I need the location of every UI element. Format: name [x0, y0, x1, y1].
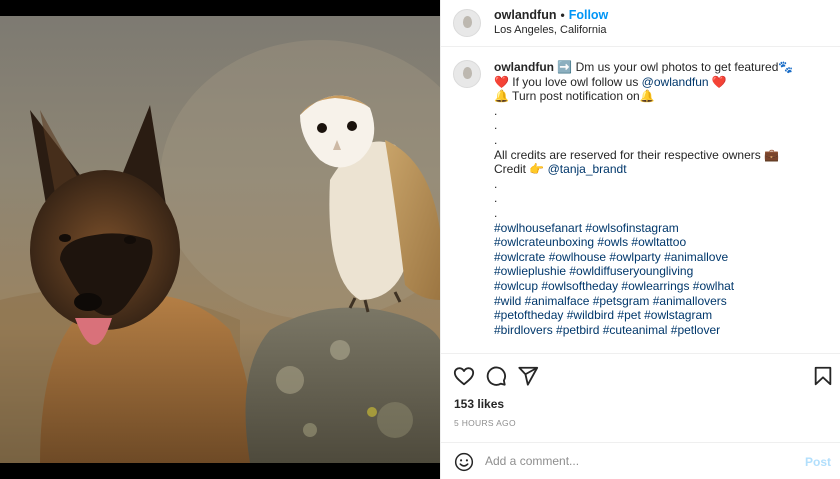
hashtag-line[interactable]: #wild #animalface #petsgram #animallover…: [494, 294, 834, 309]
caption-line-2: ❤️ If you love owl follow us: [494, 74, 642, 89]
caption-dot-line: .: [494, 118, 498, 133]
header-text: owlandfun • Follow Los Angeles, California: [494, 8, 608, 38]
post-header: owlandfun • Follow Los Angeles, California: [441, 0, 840, 47]
caption-credits-line: All credits are reserved for their respe…: [494, 147, 780, 162]
instagram-post: owlandfun • Follow Los Angeles, California…: [0, 0, 840, 479]
caption-dot-line: .: [494, 132, 498, 147]
credit-mention-link[interactable]: @tanja_brandt: [548, 162, 627, 176]
author-username[interactable]: owlandfun: [494, 8, 557, 22]
emoji-icon[interactable]: [454, 452, 474, 472]
post-photo[interactable]: [0, 0, 440, 479]
follow-mention-link[interactable]: @owlandfun: [642, 75, 709, 89]
comment-bar: Post: [441, 442, 840, 479]
heart-icon[interactable]: [453, 365, 475, 387]
post-details-panel: owlandfun • Follow Los Angeles, California…: [440, 0, 840, 479]
post-timestamp[interactable]: 5 HOURS AGO: [454, 418, 516, 428]
bookmark-icon[interactable]: [812, 365, 834, 387]
hashtag-line[interactable]: #owlhousefanart #owlsofinstagram: [494, 221, 834, 236]
comment-input[interactable]: [485, 450, 785, 472]
post-actions: [441, 353, 840, 395]
credit-label: Credit 👉: [494, 162, 548, 177]
caption-dot-line: .: [494, 191, 498, 206]
hashtag-line[interactable]: #birdlovers #petbird #cuteanimal #petlov…: [494, 323, 834, 338]
post-location[interactable]: Los Angeles, California: [494, 23, 608, 38]
send-icon[interactable]: [517, 365, 539, 387]
hashtag-line[interactable]: #owlcup #owlsoftheday #owlearrings #owlh…: [494, 279, 834, 294]
caption-dot-line: .: [494, 205, 498, 220]
follow-button[interactable]: Follow: [569, 8, 609, 22]
caption-line-3: 🔔 Turn post notification on🔔: [494, 89, 655, 104]
post-comment-button[interactable]: Post: [805, 455, 831, 469]
comment-icon[interactable]: [485, 365, 507, 387]
caption-username[interactable]: owlandfun: [494, 60, 554, 74]
caption-dot-line: .: [494, 103, 498, 118]
caption-line: ❤️ If you love owl follow us @owlandfun …: [494, 75, 834, 90]
dog-and-owl-image: [0, 0, 440, 479]
caption-line: Credit 👉 @tanja_brandt: [494, 162, 834, 177]
likes-count[interactable]: 153 likes: [454, 397, 504, 411]
hashtag-line[interactable]: #owlcrateunboxing #owls #owltattoo: [494, 235, 834, 250]
caption-text: owlandfun ➡️ Dm us your owl photos to ge…: [494, 60, 834, 350]
caption-line-2-suffix: ❤️: [708, 74, 727, 89]
caption-line: owlandfun ➡️ Dm us your owl photos to ge…: [494, 60, 834, 75]
hashtags: #owlhousefanart #owlsofinstagram #owlcra…: [494, 221, 834, 338]
hashtag-line[interactable]: #owlieplushie #owldiffuseryoungliving: [494, 264, 834, 279]
caption-dot-line: .: [494, 176, 498, 191]
separator-dot: •: [560, 8, 565, 22]
author-avatar[interactable]: [453, 9, 481, 37]
caption-avatar[interactable]: [453, 60, 481, 88]
post-caption: owlandfun ➡️ Dm us your owl photos to ge…: [441, 60, 840, 350]
hashtag-line[interactable]: #petoftheday #wildbird #pet #owlstagram: [494, 308, 834, 323]
caption-line-1: ➡️ Dm us your owl photos to get featured…: [557, 60, 794, 74]
hashtag-line[interactable]: #owlcrate #owlhouse #owlparty #animallov…: [494, 250, 834, 265]
